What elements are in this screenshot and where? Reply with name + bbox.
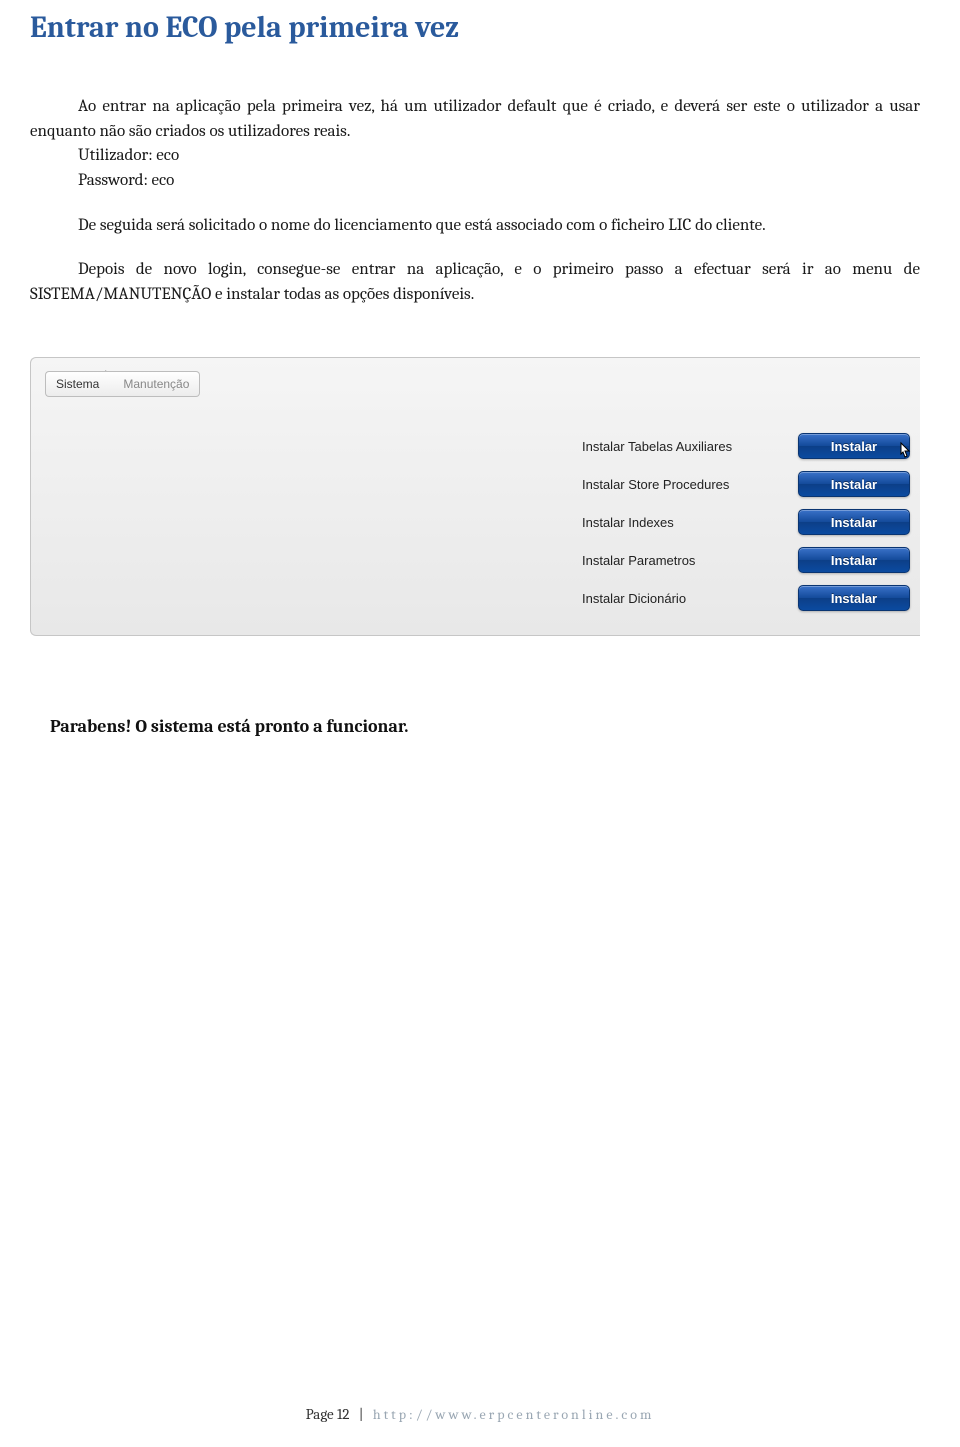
breadcrumb-sistema[interactable]: Sistema bbox=[45, 371, 105, 397]
install-button-label: Instalar bbox=[831, 553, 877, 568]
credential-password: Password: eco bbox=[78, 169, 920, 194]
install-label-procedures: Instalar Store Procedures bbox=[582, 477, 782, 492]
install-button-dicionario[interactable]: Instalar bbox=[798, 585, 910, 611]
install-row: Instalar Dicionário Instalar bbox=[582, 585, 910, 611]
page-number: Page 12 bbox=[306, 1405, 350, 1423]
page-footer: Page 12 | http://www.erpcenteronline.com bbox=[0, 1405, 960, 1423]
install-row: Instalar Parametros Instalar bbox=[582, 547, 910, 573]
install-label-indexes: Instalar Indexes bbox=[582, 515, 782, 530]
install-row: Instalar Indexes Instalar bbox=[582, 509, 910, 535]
footer-url: http://www.erpcenteronline.com bbox=[373, 1406, 655, 1423]
paragraph-1: Ao entrar na aplicação pela primeira vez… bbox=[30, 95, 920, 144]
app-screenshot-panel: SistemaManutenção Instalar Tabelas Auxil… bbox=[30, 357, 920, 636]
install-label-tabelas: Instalar Tabelas Auxiliares bbox=[582, 439, 782, 454]
install-button-label: Instalar bbox=[831, 591, 877, 606]
install-button-label: Instalar bbox=[831, 515, 877, 530]
paragraph-3: Depois de novo login, consegue-se entrar… bbox=[30, 258, 920, 307]
breadcrumb: SistemaManutenção bbox=[31, 358, 920, 403]
install-button-label: Instalar bbox=[831, 477, 877, 492]
install-row: Instalar Tabelas Auxiliares Instalar bbox=[582, 433, 910, 459]
install-button-tabelas[interactable]: Instalar bbox=[798, 433, 910, 459]
install-list: Instalar Tabelas Auxiliares Instalar Ins… bbox=[31, 403, 920, 635]
install-label-parametros: Instalar Parametros bbox=[582, 553, 782, 568]
install-button-parametros[interactable]: Instalar bbox=[798, 547, 910, 573]
credential-user: Utilizador: eco bbox=[78, 144, 920, 169]
install-row: Instalar Store Procedures Instalar bbox=[582, 471, 910, 497]
closing-message: Parabens! O sistema está pronto a funcio… bbox=[50, 716, 920, 737]
install-label-dicionario: Instalar Dicionário bbox=[582, 591, 782, 606]
paragraph-2: De seguida será solicitado o nome do lic… bbox=[30, 214, 920, 239]
page-heading: Entrar no ECO pela primeira vez bbox=[30, 10, 920, 45]
install-button-procedures[interactable]: Instalar bbox=[798, 471, 910, 497]
install-button-label: Instalar bbox=[831, 439, 877, 454]
pointer-cursor-icon bbox=[895, 441, 915, 466]
breadcrumb-manutencao[interactable]: Manutenção bbox=[105, 371, 200, 397]
install-button-indexes[interactable]: Instalar bbox=[798, 509, 910, 535]
footer-separator: | bbox=[359, 1405, 364, 1423]
